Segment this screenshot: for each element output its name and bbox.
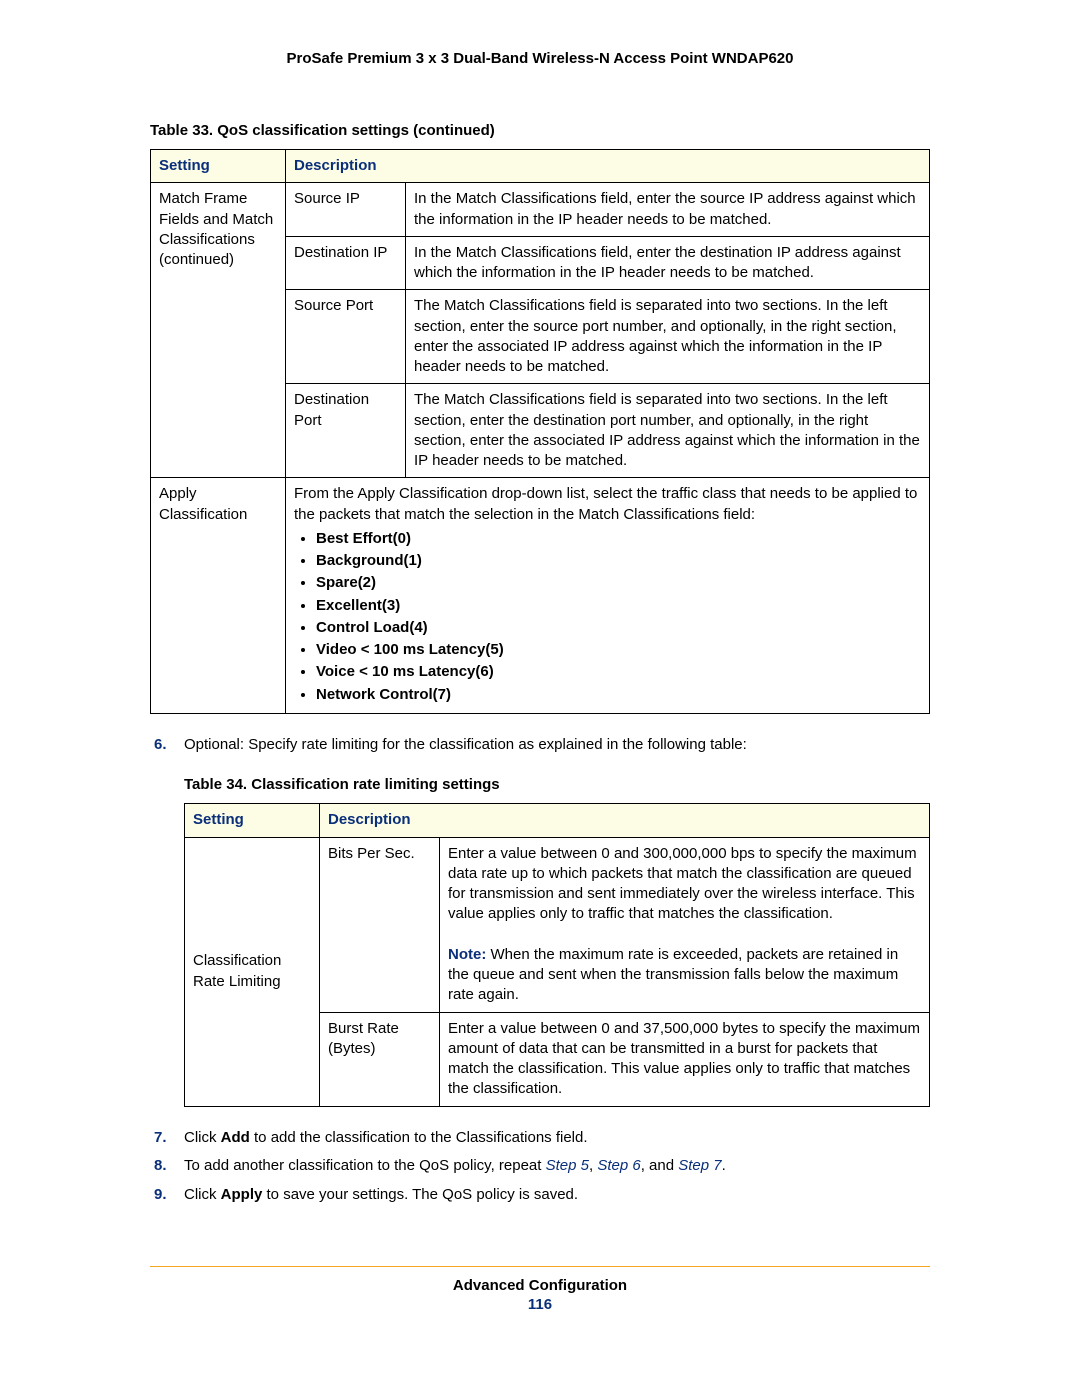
page-footer: Advanced Configuration 116 (0, 1266, 1080, 1313)
list-item: Voice < 10 ms Latency(6) (316, 662, 921, 682)
cell-desc: From the Apply Classification drop-down … (286, 478, 930, 714)
cell-sub: Bits Per Sec. (320, 837, 440, 1012)
list-item: Control Load(4) (316, 618, 921, 638)
cell-setting: Match Frame Fields and Match Classificat… (151, 183, 286, 478)
th-description: Description (320, 804, 930, 837)
apply-bullets: Best Effort(0) Background(1) Spare(2) Ex… (294, 529, 921, 705)
list-item: Spare(2) (316, 573, 921, 593)
text: Click (184, 1129, 221, 1146)
text: to add the classification to the Classif… (250, 1129, 588, 1146)
step-7: Click Add to add the classification to t… (150, 1127, 930, 1150)
note-label: Note: (448, 946, 486, 963)
table-row: Match Frame Fields and Match Classificat… (151, 183, 930, 237)
document-page: ProSafe Premium 3 x 3 Dual-Band Wireless… (0, 0, 1080, 1353)
link-step6[interactable]: Step 6 (597, 1157, 640, 1174)
list-item: Network Control(7) (316, 685, 921, 705)
cell-sub: Burst Rate (Bytes) (320, 1012, 440, 1106)
cell-sub: Source IP (286, 183, 406, 237)
footer-rule (150, 1266, 930, 1267)
table33-caption: Table 33. QoS classification settings (c… (150, 122, 930, 139)
step-6: Optional: Specify rate limiting for the … (150, 734, 930, 757)
text: . (722, 1157, 726, 1174)
cell-setting: Classification Rate Limiting (185, 837, 320, 1106)
table34: Setting Description Classification Rate … (184, 803, 930, 1106)
desc-text: Enter a value between 0 and 300,000,000 … (448, 845, 917, 923)
footer-page-number: 116 (0, 1296, 1080, 1313)
cell-desc: In the Match Classifications field, ente… (406, 236, 930, 290)
table33: Setting Description Match Frame Fields a… (150, 149, 930, 714)
steps-block-7-9: Click Add to add the classification to t… (150, 1127, 930, 1207)
cell-sub: Source Port (286, 290, 406, 384)
table34-caption: Table 34. Classification rate limiting s… (184, 776, 930, 793)
text: , and (641, 1157, 679, 1174)
list-item: Video < 100 ms Latency(5) (316, 640, 921, 660)
link-step5[interactable]: Step 5 (546, 1157, 589, 1174)
cell-sub: Destination IP (286, 236, 406, 290)
table-row: Apply Classification From the Apply Clas… (151, 478, 930, 714)
apply-keyword: Apply (221, 1186, 263, 1203)
list-item: Excellent(3) (316, 596, 921, 616)
page-header-title: ProSafe Premium 3 x 3 Dual-Band Wireless… (0, 50, 1080, 67)
step-8: To add another classification to the QoS… (150, 1155, 930, 1178)
table-row: Classification Rate Limiting Bits Per Se… (185, 837, 930, 1012)
th-setting: Setting (185, 804, 320, 837)
cell-sub: Destination Port (286, 384, 406, 478)
cell-desc: Enter a value between 0 and 37,500,000 b… (440, 1012, 930, 1106)
th-description: Description (286, 150, 930, 183)
text: Click (184, 1186, 221, 1203)
page-content: Table 33. QoS classification settings (c… (0, 122, 1080, 1206)
list-item: Best Effort(0) (316, 529, 921, 549)
list-item: Background(1) (316, 551, 921, 571)
step-9: Click Apply to save your settings. The Q… (150, 1184, 930, 1207)
text: To add another classification to the QoS… (184, 1157, 546, 1174)
cell-desc: In the Match Classifications field, ente… (406, 183, 930, 237)
footer-section-title: Advanced Configuration (0, 1277, 1080, 1294)
steps-block-6: Optional: Specify rate limiting for the … (150, 734, 930, 757)
cell-desc: The Match Classifications field is separ… (406, 384, 930, 478)
text: to save your settings. The QoS policy is… (262, 1186, 578, 1203)
th-setting: Setting (151, 150, 286, 183)
cell-desc: Enter a value between 0 and 300,000,000 … (440, 837, 930, 1012)
add-keyword: Add (221, 1129, 250, 1146)
cell-desc: The Match Classifications field is separ… (406, 290, 930, 384)
link-step7[interactable]: Step 7 (678, 1157, 721, 1174)
apply-intro: From the Apply Classification drop-down … (294, 485, 917, 522)
note-text: When the maximum rate is exceeded, packe… (448, 946, 898, 1004)
cell-setting: Apply Classification (151, 478, 286, 714)
